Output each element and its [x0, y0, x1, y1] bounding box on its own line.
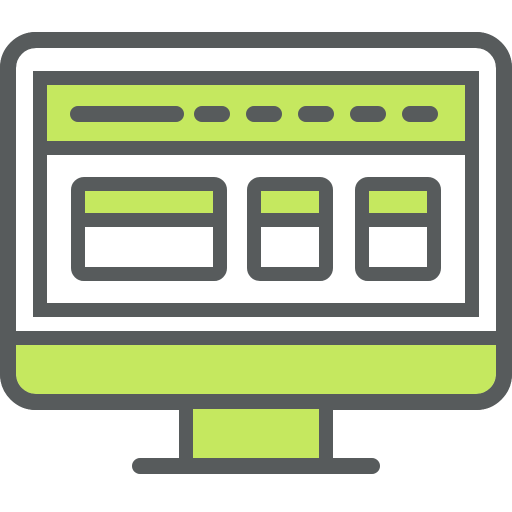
- monitor-chin: [16, 344, 496, 394]
- content-card-2-header: [261, 191, 319, 213]
- monitor-icon: [0, 32, 512, 474]
- desktop-website-illustration: [0, 0, 512, 512]
- monitor-stand-neck: [179, 395, 333, 473]
- content-card-3-header: [369, 191, 427, 213]
- content-card-1-header: [85, 191, 213, 213]
